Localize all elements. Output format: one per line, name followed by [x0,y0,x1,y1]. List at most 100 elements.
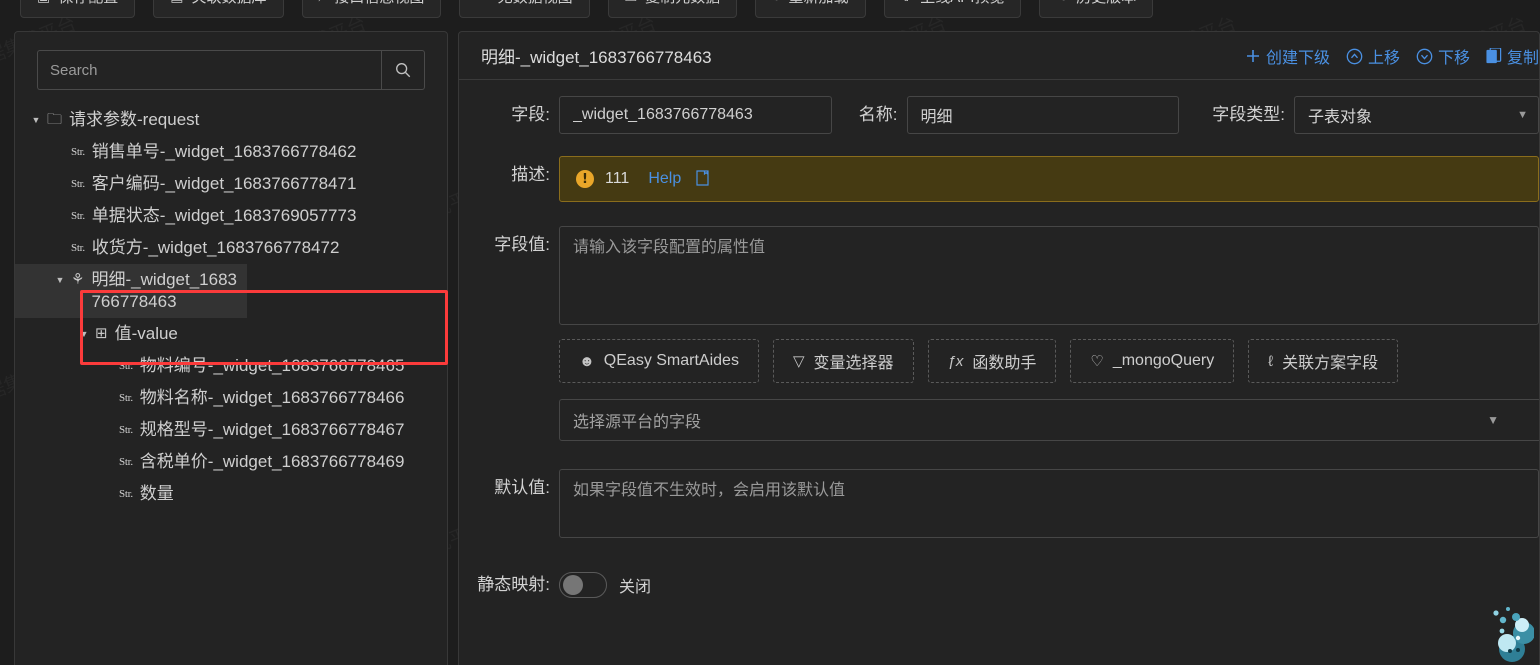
header-action-label: 创建下级 [1265,50,1330,67]
description-banner: ! 111 Help [559,156,1539,202]
tree-node-11[interactable]: Str. 含税单价-_widget_1683766778469 [15,446,447,478]
field-detail-panel: 明细-_widget_1683766778463 创建下级 上移 下移 复制 字段: … [458,31,1540,665]
toolbar-button-7[interactable]: ⇧ 上线API预览 [883,0,1022,18]
tree-node-label: 规格型号-_widget_1683766778467 [139,420,405,439]
static-mapping-row: 静态映射: 关闭 [459,566,1539,604]
description-label: 描述: [511,165,550,184]
toolbar-button-label: 关联数据库 [191,0,266,7]
static-mapping-label: 静态映射: [477,575,550,594]
search-icon[interactable] [381,50,425,90]
value-tool-button-4[interactable]: ♡ _mongoQuery [1070,339,1235,383]
tree-node-label: 请求参数-request [69,110,200,129]
tree-node-label: 含税单价-_widget_1683766778469 [139,452,405,471]
plus-icon [1245,48,1261,64]
str-icon: Str. [119,456,133,468]
chevron-down-icon[interactable]: ▼ [25,109,47,131]
tree-node-3[interactable]: Str. 客户编码-_widget_1683766778471 [15,168,447,200]
static-mapping-toggle[interactable] [559,572,607,598]
source-field-select[interactable]: 选择源平台的字段 [559,399,1539,441]
value-tool-label: 变量选择器 [813,355,894,372]
toolbar-button-2[interactable]: ▤ 关联数据库 [153,0,284,18]
str-icon: Str. [71,242,85,254]
table-icon: ⊞ [95,325,108,342]
str-icon: Str. [71,178,85,190]
toolbar-button-label: 接口信息视图 [334,0,424,7]
toolbar-button-6[interactable]: ◌ 重新加载 [755,0,866,18]
tree-node-6[interactable]: ▼ ⚘ 明细-_widget_1683766778463 [15,264,247,318]
str-icon: Str. [119,424,133,436]
value-tool-button-3[interactable]: ƒx 函数助手 [927,339,1057,383]
default-value-box [559,469,1539,538]
save-icon: ▣ [37,0,50,5]
search-row [37,50,425,90]
field-tree[interactable]: ▼ 🗀 请求参数-request Str. 销售单号-_widget_168376677… [15,104,447,510]
field-type-select[interactable] [1294,96,1539,134]
warning-icon: ! [576,170,594,188]
source-field-row: 选择源平台的字段 ▼ [559,399,1539,441]
tree-node-label: 物料编号-_widget_1683766778465 [139,356,405,375]
value-tool-button-5[interactable]: ℓ 关联方案字段 [1248,339,1399,383]
toolbar-button-4[interactable]: ▭ 无数据视图 [459,0,590,18]
field-value-tools: ☻ QEasy SmartAides ▽ 变量选择器 ƒx 函数助手 ♡ _mongoQuer… [559,339,1539,383]
search-icon: ⌕ [319,0,327,5]
header-action-2[interactable]: 上移 [1346,44,1400,68]
default-value-input[interactable] [560,470,1538,532]
value-tool-button-2[interactable]: ▽ 变量选择器 [772,339,914,383]
chevron-down-icon[interactable]: ▼ [73,323,95,345]
help-link[interactable]: Help [648,170,681,188]
name-field[interactable] [906,96,1179,134]
tree-node-9[interactable]: Str. 物料名称-_widget_1683766778466 [15,382,447,414]
tree-node-8[interactable]: Str. 物料编号-_widget_1683766778465 [15,350,447,382]
chevron-down-icon[interactable]: ▼ [49,269,71,291]
tree-node-label: 明细-_widget_1683766778463 [91,270,237,311]
tree-node-7[interactable]: ▼ ⊞ 值-value [15,318,447,350]
str-icon: Str. [119,392,133,404]
str-icon: Str. [71,210,85,222]
toolbar-button-3[interactable]: ⌕ 接口信息视图 [301,0,442,18]
header-action-label: 下移 [1437,50,1470,67]
field-identity-row: 字段: 名称: 字段类型: ▼ [459,96,1539,134]
refresh-icon: ◌ [772,0,780,4]
tree-node-label: 物料名称-_widget_1683766778466 [139,388,405,407]
str-icon: Str. [71,146,85,158]
field-value-input[interactable] [560,227,1538,319]
doc-icon[interactable] [696,169,709,189]
object-icon: ⚘ [71,271,85,288]
note-icon: ▭ [476,0,489,5]
header-action-4[interactable]: 复制 [1486,44,1539,68]
description-row: 描述: ! 111 Help [459,156,1539,202]
tree-node-label: 单据状态-_widget_1683769057773 [91,206,357,225]
static-mapping-state: 关闭 [619,579,652,596]
fx-icon: ƒx [947,352,964,370]
toolbar-button-8[interactable]: ⟲ 历史版本 [1039,0,1154,18]
tree-node-5[interactable]: Str. 收货方-_widget_1683766778472 [15,232,447,264]
source-field-placeholder: 选择源平台的字段 [573,414,702,431]
tree-node-label: 值-value [114,324,178,343]
toolbar-button-1[interactable]: ▣ 保存配置 [20,0,136,18]
tree-node-12[interactable]: Str. 数量 [15,478,447,510]
toolbar-button-label: 重新加载 [789,0,849,7]
value-tool-button-1[interactable]: ☻ QEasy SmartAides [559,339,759,383]
top-toolbar: ▣ 保存配置 ▤ 关联数据库 ⌕ 接口信息视图 ▭ 无数据视图 ❐ 复制元数据 ◌ 重新加载 ⇧ 上线AP… [0,0,1540,22]
header-action-1[interactable]: 创建下级 [1245,44,1330,68]
arrow-down-icon [1416,48,1433,65]
toolbar-button-label: 无数据视图 [498,0,573,7]
copy-icon: ❐ [625,0,638,5]
tree-node-2[interactable]: Str. 销售单号-_widget_1683766778462 [15,136,447,168]
field-input[interactable] [559,96,832,134]
database-icon: ▤ [170,0,183,5]
value-tool-label: QEasy SmartAides [603,352,739,369]
copy-icon [1486,47,1502,65]
field-value-row: 字段值: [459,226,1539,325]
header-action-3[interactable]: 下移 [1416,44,1470,68]
tree-node-1[interactable]: ▼ 🗀 请求参数-request [15,104,447,136]
bulb-icon: ♡ [1090,353,1104,370]
tree-node-label: 销售单号-_widget_1683766778462 [91,142,357,161]
folder-icon: 🗀 [47,111,63,128]
tree-node-4[interactable]: Str. 单据状态-_widget_1683769057773 [15,200,447,232]
search-input[interactable] [37,50,381,90]
toolbar-button-5[interactable]: ❐ 复制元数据 [607,0,738,18]
tree-node-10[interactable]: Str. 规格型号-_widget_1683766778467 [15,414,447,446]
description-text: 111 [605,170,630,187]
value-tool-label: 关联方案字段 [1282,355,1379,372]
